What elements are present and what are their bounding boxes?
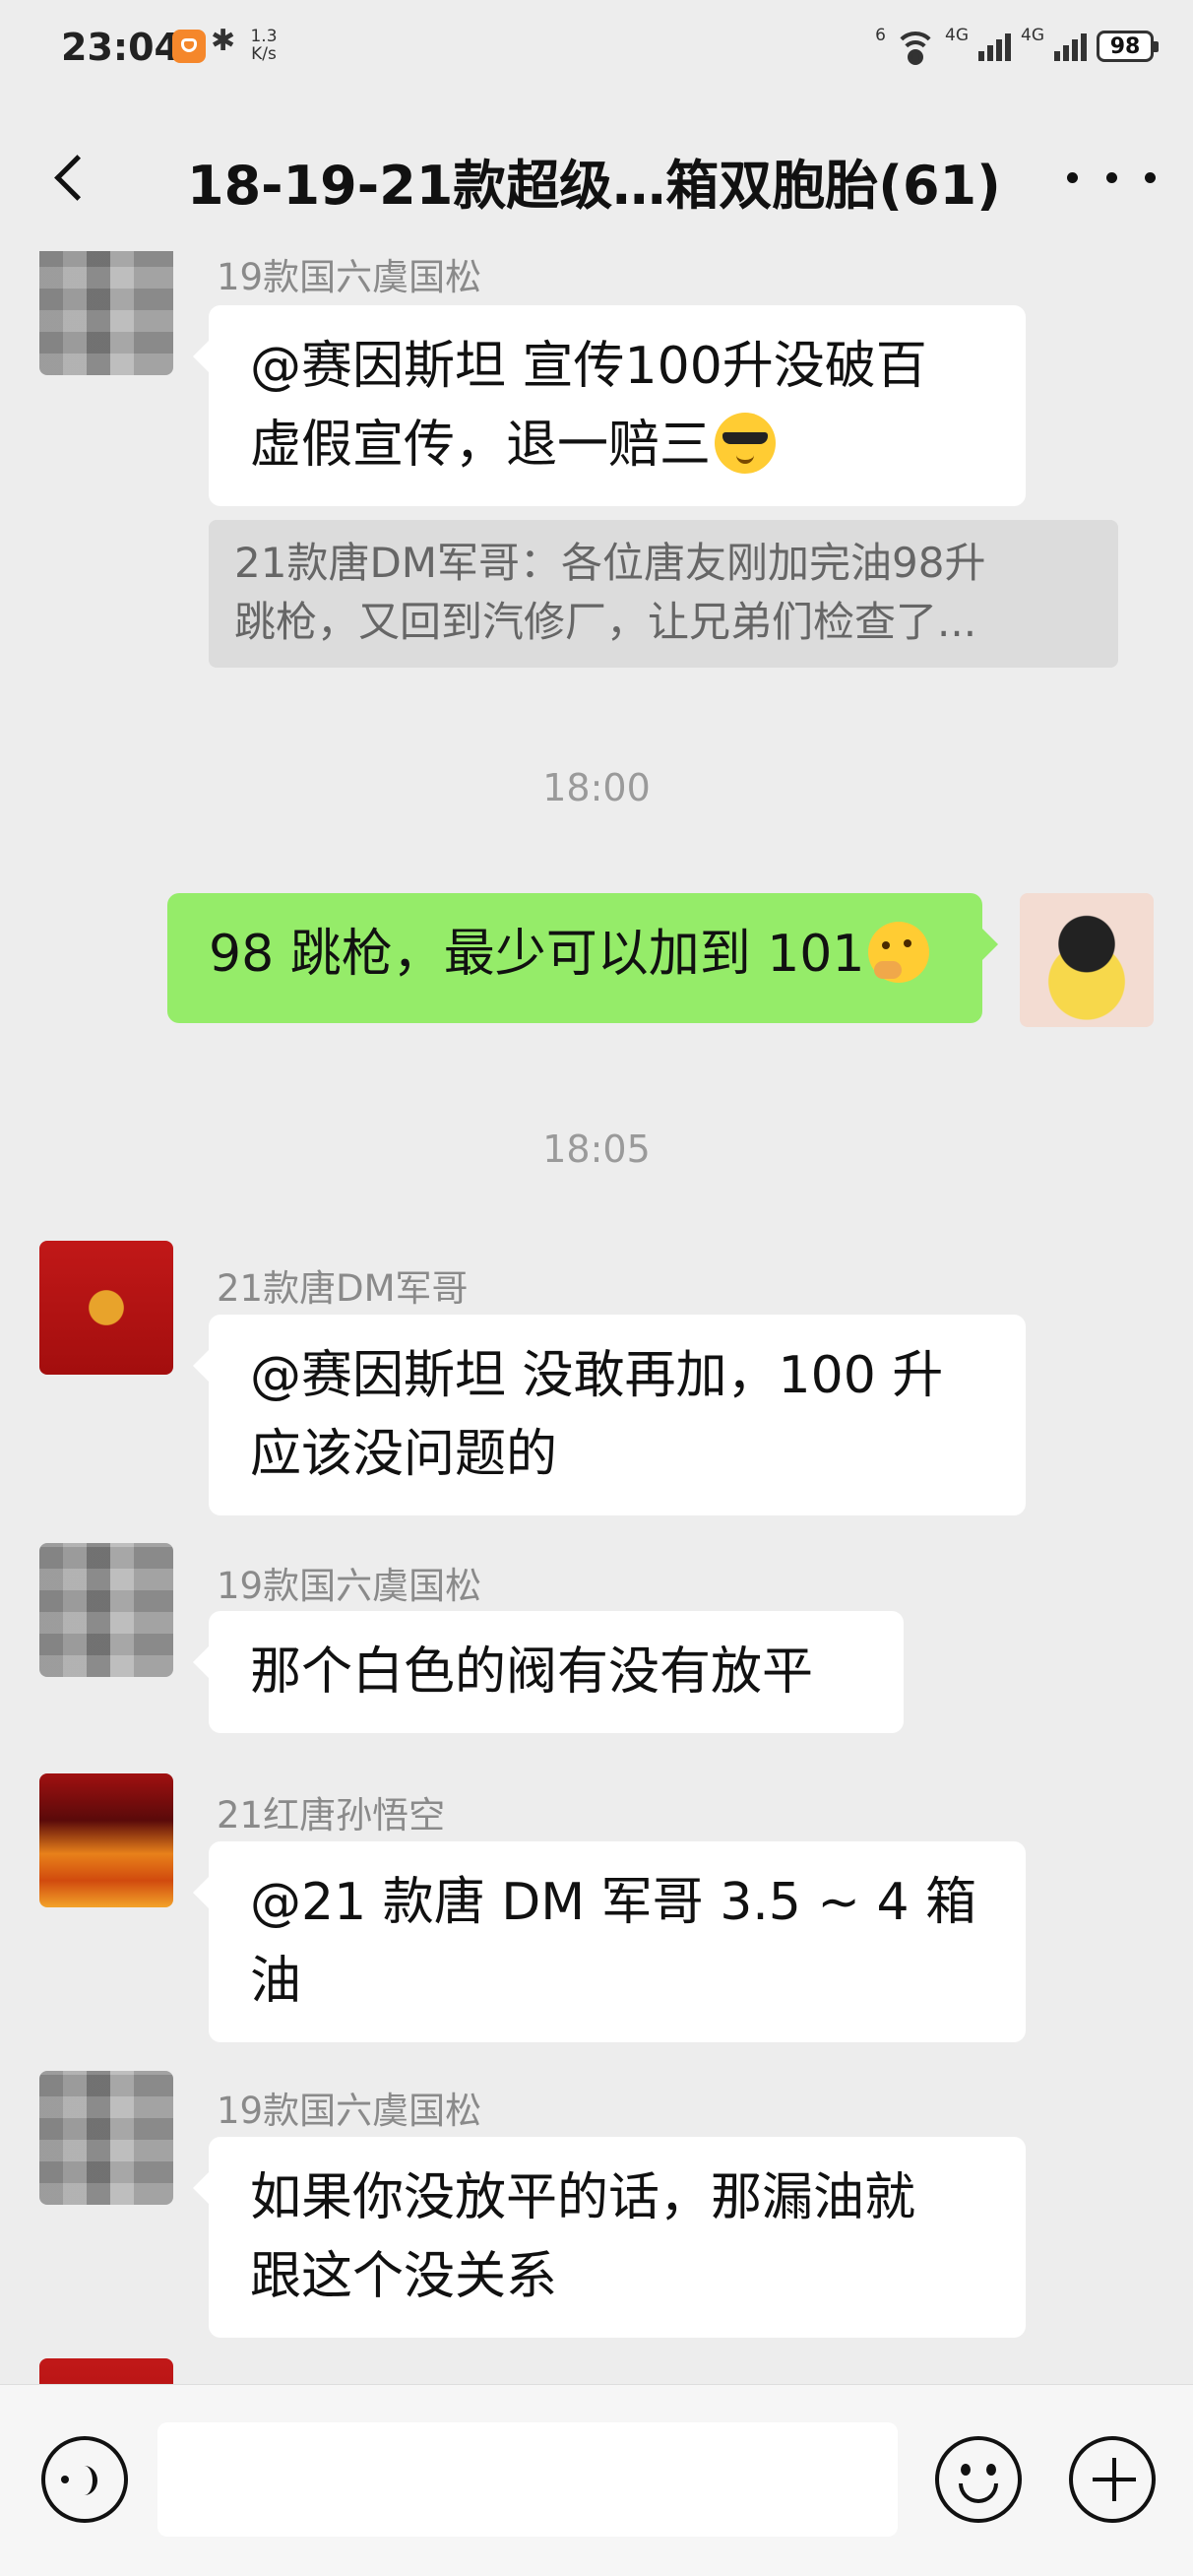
sender-name: 19款国六虞国松	[217, 2090, 482, 2132]
battery-icon: 98	[1097, 31, 1159, 62]
avatar[interactable]	[39, 1773, 173, 1907]
status-bar: 23:04 ✱ 1.3 K/s 6 4G 4G 98	[0, 0, 1193, 98]
bluetooth-icon: ✱	[211, 24, 236, 58]
quote-text: 跳枪，又回到汽修厂，让兄弟们检查了...	[234, 598, 977, 646]
chat-title: 18-19-21款超级…箱双胞胎(61)	[187, 155, 1001, 217]
timestamp: 18:05	[542, 1127, 651, 1171]
message-bubble[interactable]: @赛因斯坦 宣传100升没破百 虚假宣传，退一赔三	[193, 305, 1026, 506]
avatar[interactable]	[39, 1241, 173, 1375]
message-bubble[interactable]: @21 款唐 DM 军哥 3.5 ~ 4 箱 油	[193, 1841, 1026, 2042]
avatar[interactable]	[39, 1543, 173, 1677]
battery-level: 98	[1109, 33, 1141, 59]
status-time: 23:04	[61, 26, 180, 69]
message-text: 油	[250, 1952, 302, 2011]
emoji-icon[interactable]	[935, 2436, 1022, 2523]
cool-face-icon	[715, 413, 777, 474]
sender-name: 21款唐DM军哥	[217, 1267, 469, 1310]
input-bar	[0, 2384, 1193, 2576]
own-message-bubble[interactable]: 98 跳枪，最少可以加到 101	[167, 893, 998, 1023]
message-bubble[interactable]: @赛因斯坦 没敢再加，100 升 应该没问题的	[193, 1315, 1026, 1515]
signal-icon-2	[1054, 32, 1087, 61]
message-bubble[interactable]: 那个白色的阀有没有放平	[193, 1611, 904, 1733]
message-text: 跟这个没关系	[250, 2247, 558, 2306]
message-text: @赛因斯坦 没敢再加，100 升	[250, 1346, 944, 1405]
own-avatar[interactable]	[1020, 893, 1154, 1027]
message-text: 那个白色的阀有没有放平	[250, 1642, 814, 1702]
message-text: @21 款唐 DM 军哥 3.5 ~ 4 箱	[250, 1873, 977, 1932]
avatar[interactable]	[39, 251, 173, 375]
app-notification-icon	[172, 30, 206, 63]
network-tag: 6	[875, 26, 886, 45]
signal-icon	[978, 32, 1011, 61]
message-bubble[interactable]: 如果你没放平的话，那漏油就 跟这个没关系	[193, 2137, 1026, 2338]
message-text: 应该没问题的	[250, 1425, 558, 1484]
message-input[interactable]	[157, 2422, 898, 2537]
network-speed: 1.3 K/s	[250, 27, 278, 64]
avatar[interactable]	[39, 2358, 173, 2385]
sim2-tag: 4G	[1021, 26, 1044, 45]
message-text: 虚假宣传，退一赔三	[250, 406, 984, 484]
quoted-message[interactable]: 21款唐DM军哥：各位唐友刚加完油98升 跳枪，又回到汽修厂，让兄弟们检查了..…	[209, 520, 1118, 668]
sim1-tag: 4G	[945, 26, 969, 45]
sender-name: 19款国六虞国松	[217, 256, 482, 298]
quote-text: 21款唐DM军哥：各位唐友刚加完油98升	[234, 539, 986, 587]
chat-header: 18-19-21款超级…箱双胞胎(61)	[0, 98, 1193, 256]
plus-icon[interactable]	[1069, 2436, 1156, 2523]
voice-icon[interactable]	[41, 2436, 128, 2523]
message-text: @赛因斯坦 宣传100升没破百	[250, 337, 927, 396]
message-text: 98 跳枪，最少可以加到 101	[209, 925, 865, 984]
back-arrow-icon[interactable]	[41, 148, 100, 207]
message-text: 如果你没放平的话，那漏油就	[250, 2168, 916, 2227]
avatar[interactable]	[39, 2071, 173, 2205]
thinking-face-icon	[868, 922, 930, 983]
sender-name: 21红唐孙悟空	[217, 1794, 446, 1836]
timestamp: 18:00	[542, 766, 651, 809]
more-options-icon[interactable]	[1067, 158, 1156, 197]
sender-name: 19款国六虞国松	[217, 1565, 482, 1607]
message-list[interactable]: 19款国六虞国松 @赛因斯坦 宣传100升没破百 虚假宣传，退一赔三 21款唐D…	[0, 251, 1193, 2385]
wifi-icon	[894, 32, 937, 65]
